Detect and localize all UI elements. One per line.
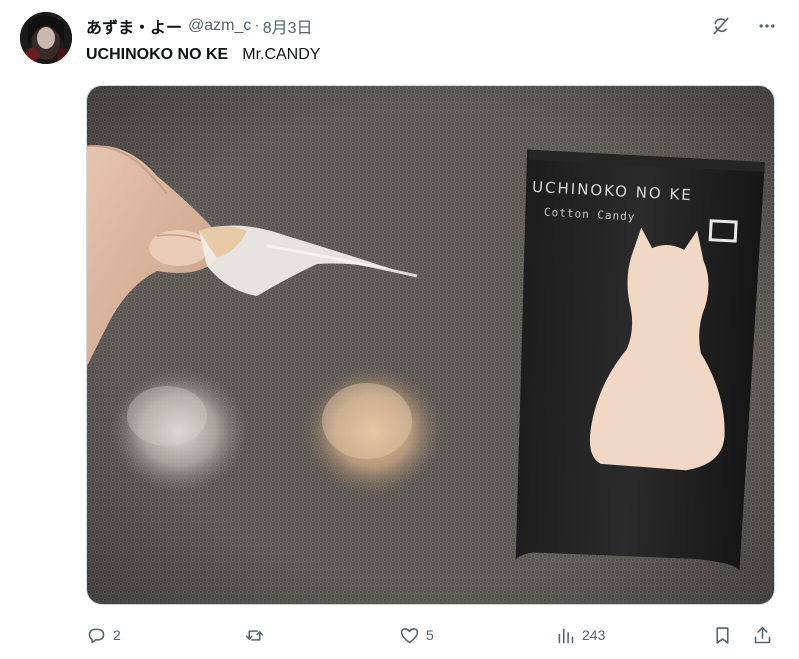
post-date[interactable]: 8月3日	[263, 14, 313, 38]
user-handle[interactable]: @azm_c	[188, 17, 251, 35]
header-actions	[709, 14, 779, 38]
tweet-text-bold: UCHINOKO NO KE	[86, 46, 229, 63]
share-icon	[754, 626, 771, 643]
avatar[interactable]	[20, 12, 72, 64]
reply-button[interactable]: 2	[86, 620, 121, 650]
photo-illustration	[87, 86, 774, 604]
views-button[interactable]: 243	[555, 620, 605, 650]
bookmark-button[interactable]	[712, 620, 733, 650]
repost-button[interactable]	[244, 620, 271, 650]
like-count: 5	[426, 627, 434, 643]
tweet-post: あずま・よー @azm_c · 8月3日 UCHINOKO NO KE Mr.CA…	[0, 0, 799, 659]
views-count: 243	[582, 627, 606, 643]
bookmark-icon	[716, 626, 729, 644]
display-name[interactable]: あずま・よー	[86, 14, 182, 38]
grok-icon	[713, 17, 729, 35]
reply-icon	[88, 628, 105, 643]
more-button[interactable]	[755, 14, 779, 38]
grok-button[interactable]	[709, 14, 733, 38]
action-bar: 2 5 243	[86, 620, 775, 650]
reply-count: 2	[113, 627, 121, 643]
share-button[interactable]	[752, 620, 773, 650]
tweet-header: あずま・よー @azm_c · 8月3日	[86, 14, 313, 38]
repost-icon	[245, 629, 264, 641]
more-icon	[759, 24, 775, 28]
tweet-text-rest: Mr.CANDY	[242, 46, 321, 63]
separator-dot: ·	[254, 17, 260, 34]
like-icon	[400, 627, 419, 643]
views-icon	[558, 628, 574, 643]
tweet-text: UCHINOKO NO KE Mr.CANDY	[86, 44, 320, 66]
tweet-photo[interactable]: UCHINOKO NO KE Cotton Candy	[86, 85, 775, 605]
like-button[interactable]: 5	[399, 620, 434, 650]
